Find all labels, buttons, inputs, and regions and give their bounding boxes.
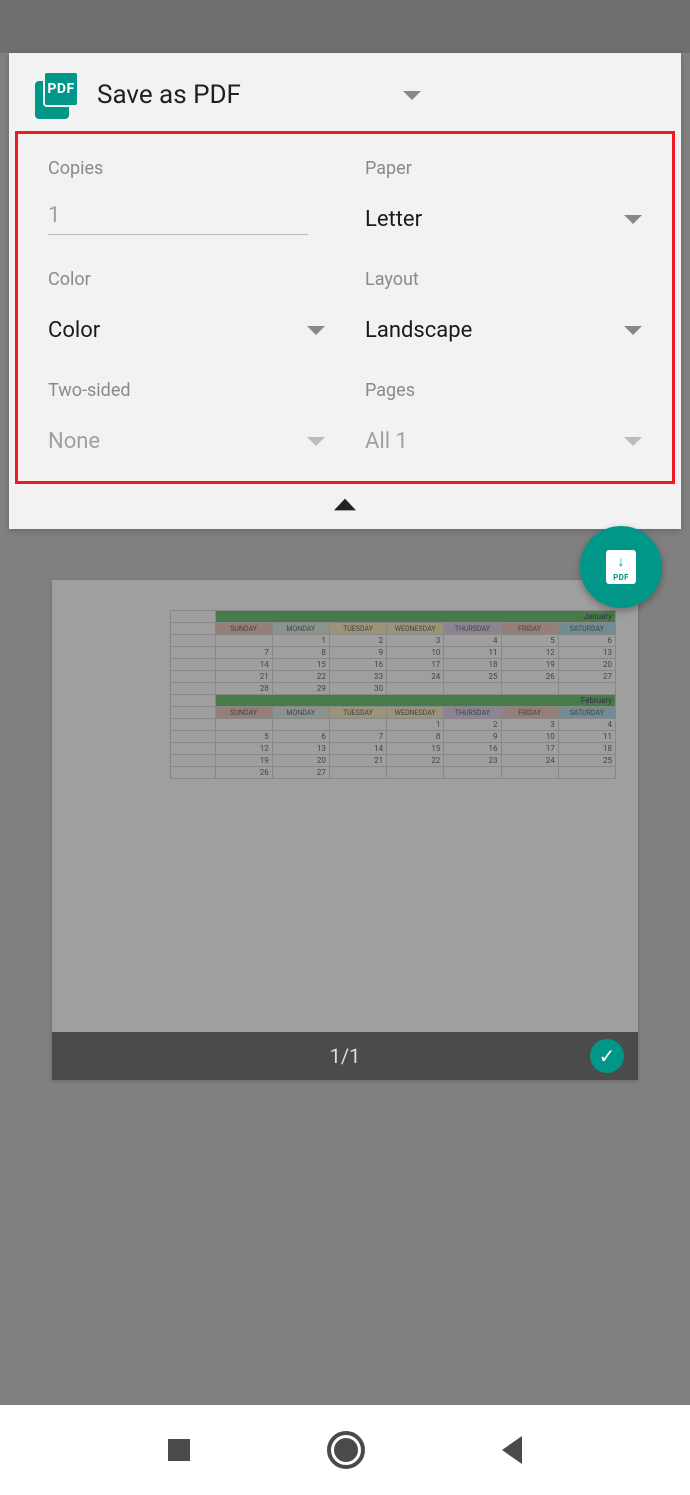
screen-background: PDF Save as PDF Copies 1 Paper Letter Co… [0, 0, 690, 1495]
two-sided-label: Two-sided [48, 380, 325, 401]
calendar-content: JanuarySUNDAYMONDAYTUESDAYWEDNESDAYTHURS… [170, 610, 616, 779]
two-sided-select: None [48, 425, 325, 457]
page-indicator-bar: 1/1 ✓ [52, 1032, 638, 1080]
nav-recent-button[interactable] [168, 1439, 190, 1461]
pages-value: All 1 [365, 429, 408, 454]
copies-field: Copies 1 [48, 158, 325, 235]
chevron-down-icon [624, 437, 642, 446]
color-value: Color [48, 318, 100, 343]
page-preview[interactable]: JanuarySUNDAYMONDAYTUESDAYWEDNESDAYTHURS… [52, 580, 638, 1080]
system-nav-bar [0, 1405, 690, 1495]
layout-value: Landscape [365, 318, 472, 343]
nav-home-button[interactable] [327, 1431, 365, 1469]
layout-field: Layout Landscape [365, 269, 642, 346]
chevron-down-icon [403, 91, 421, 100]
save-pdf-button[interactable]: ↓ PDF [580, 526, 662, 608]
collapse-toggle[interactable] [9, 490, 681, 529]
two-sided-field: Two-sided None [48, 380, 325, 457]
chevron-down-icon [307, 326, 325, 335]
print-panel: PDF Save as PDF Copies 1 Paper Letter Co… [9, 53, 681, 529]
two-sided-value: None [48, 429, 100, 454]
pdf-icon: PDF [35, 71, 83, 119]
chevron-down-icon [624, 326, 642, 335]
chevron-down-icon [307, 437, 325, 446]
layout-label: Layout [365, 269, 642, 290]
pages-label: Pages [365, 380, 642, 401]
color-select[interactable]: Color [48, 314, 325, 346]
paper-select[interactable]: Letter [365, 203, 642, 235]
destination-title: Save as PDF [97, 80, 403, 110]
options-grid: Copies 1 Paper Letter Color Color Layout [15, 131, 675, 484]
page-selected-check-icon[interactable]: ✓ [590, 1039, 624, 1073]
color-label: Color [48, 269, 325, 290]
destination-selector[interactable]: PDF Save as PDF [9, 53, 681, 131]
paper-field: Paper Letter [365, 158, 642, 235]
page-indicator-text: 1/1 [330, 1044, 361, 1068]
color-field: Color Color [48, 269, 325, 346]
status-bar [0, 0, 690, 53]
layout-select[interactable]: Landscape [365, 314, 642, 346]
nav-back-button[interactable] [502, 1436, 522, 1464]
copies-label: Copies [48, 158, 325, 179]
chevron-up-icon [334, 499, 356, 511]
paper-value: Letter [365, 207, 422, 232]
pages-select: All 1 [365, 425, 642, 457]
download-pdf-icon: ↓ PDF [606, 550, 636, 584]
pages-field: Pages All 1 [365, 380, 642, 457]
paper-label: Paper [365, 158, 642, 179]
chevron-down-icon [624, 215, 642, 224]
copies-input[interactable]: 1 [48, 203, 308, 235]
